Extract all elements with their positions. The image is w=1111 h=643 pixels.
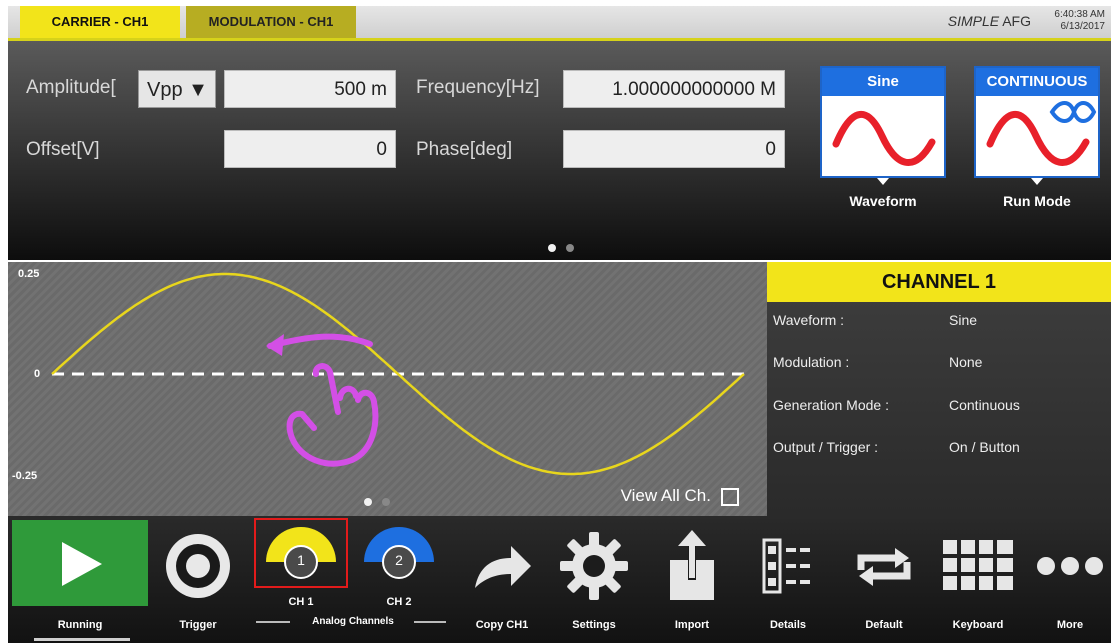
running-underline bbox=[34, 638, 130, 641]
more-dots-icon bbox=[1032, 526, 1108, 606]
ch1-label: CH 1 bbox=[288, 596, 314, 608]
clock-date: 6/13/2017 bbox=[1060, 21, 1106, 32]
sine-wave-icon bbox=[832, 111, 936, 166]
offset-field[interactable]: 0 bbox=[224, 130, 396, 168]
waveform-card-title: Sine bbox=[822, 68, 944, 96]
channel-title: CHANNEL 1 bbox=[767, 262, 1111, 302]
trigger-label: Trigger bbox=[179, 619, 217, 631]
info-key: Generation Mode : bbox=[773, 397, 889, 413]
page-dot bbox=[566, 244, 574, 252]
info-key: Modulation : bbox=[773, 354, 850, 370]
phase-label: Phase[deg] bbox=[416, 139, 513, 160]
hand-gesture-icon bbox=[286, 363, 379, 467]
tab-modulation[interactable]: MODULATION - CH1 bbox=[186, 6, 356, 38]
tab-carrier[interactable]: CARRIER - CH1 bbox=[20, 6, 180, 38]
info-value: On / Button bbox=[949, 439, 1020, 455]
bottom-toolbar: Running Trigger 1 CH 1 2 CH 2 Analog Cha… bbox=[8, 516, 1111, 643]
running-button[interactable]: Running bbox=[12, 516, 148, 643]
info-value: Sine bbox=[949, 312, 978, 328]
running-label: Running bbox=[57, 619, 103, 631]
page-dot-active bbox=[548, 244, 556, 252]
info-key: Waveform : bbox=[773, 312, 845, 328]
channel-info-panel: CHANNEL 1 Waveform : Sine Modulation : N… bbox=[767, 262, 1111, 516]
clock-time: 6:40:38 AM bbox=[1054, 9, 1105, 20]
play-icon bbox=[12, 524, 148, 604]
details-label: Details bbox=[769, 619, 807, 631]
analog-channels-label: Analog Channels bbox=[312, 616, 394, 627]
keypad-icon bbox=[932, 526, 1024, 606]
panel-page-indicator bbox=[548, 244, 574, 252]
keyboard-label: Keyboard bbox=[952, 619, 1004, 631]
offset-label: Offset[V] bbox=[26, 139, 100, 160]
default-button[interactable]: Default bbox=[840, 516, 928, 643]
swipe-arrow-icon bbox=[267, 333, 373, 349]
details-button[interactable]: Details bbox=[744, 516, 832, 643]
more-button[interactable]: More bbox=[1032, 516, 1108, 643]
import-button[interactable]: Import bbox=[648, 516, 736, 643]
reset-arrows-icon bbox=[840, 526, 928, 606]
phase-field[interactable]: 0 bbox=[563, 130, 785, 168]
amplitude-field[interactable]: 500 m bbox=[224, 70, 396, 108]
run-mode-card[interactable]: CONTINUOUS bbox=[974, 66, 1100, 178]
continuous-wave-icon bbox=[986, 101, 1097, 166]
run-mode-dropdown-arrow-icon bbox=[1031, 178, 1043, 185]
default-label: Default bbox=[865, 619, 903, 631]
copy-ch1-label: Copy CH1 bbox=[475, 619, 529, 631]
waveform-dropdown-arrow-icon bbox=[877, 178, 889, 185]
plot-page-indicator bbox=[364, 498, 390, 506]
waveform-plot[interactable]: 0.25 0 -0.25 View All Ch. bbox=[8, 262, 767, 516]
settings-label: Settings bbox=[572, 619, 616, 631]
run-mode-caption: Run Mode bbox=[1003, 193, 1071, 209]
copy-ch1-button[interactable]: Copy CH1 bbox=[460, 516, 544, 643]
view-all-checkbox[interactable] bbox=[721, 488, 739, 506]
run-mode-card-title: CONTINUOUS bbox=[976, 68, 1098, 96]
app-brand: SIMPLE AFG bbox=[948, 6, 1031, 36]
info-value: Continuous bbox=[949, 397, 1020, 413]
top-tab-bar: CARRIER - CH1 MODULATION - CH1 SIMPLE AF… bbox=[8, 6, 1111, 41]
swipe-arrowhead-icon bbox=[266, 334, 284, 356]
details-list-icon bbox=[744, 526, 832, 606]
clock: 6:40:38 AM 6/13/2017 bbox=[1054, 9, 1105, 33]
brand-italic: SIMPLE bbox=[947, 13, 1000, 29]
frequency-field[interactable]: 1.000000000000 M bbox=[563, 70, 785, 108]
info-key: Output / Trigger : bbox=[773, 439, 879, 455]
plot-canvas bbox=[51, 272, 745, 476]
plot-page-dot-active bbox=[364, 498, 372, 506]
amplitude-unit-select[interactable]: Vpp ▼ bbox=[138, 70, 216, 108]
analog-channels-divider-left bbox=[256, 621, 290, 623]
upload-box-icon bbox=[648, 526, 736, 606]
settings-button[interactable]: Settings bbox=[550, 516, 638, 643]
waveform-card[interactable]: Sine bbox=[820, 66, 946, 178]
keyboard-button[interactable]: Keyboard bbox=[932, 516, 1024, 643]
gear-icon bbox=[550, 526, 638, 606]
frequency-label: Frequency[Hz] bbox=[416, 77, 540, 98]
ch2-number: 2 bbox=[395, 552, 403, 568]
plot-page-dot bbox=[382, 498, 390, 506]
amplitude-label: Amplitude[ bbox=[26, 77, 116, 98]
view-all-label: View All Ch. bbox=[620, 486, 711, 505]
ch1-number: 1 bbox=[297, 552, 305, 568]
import-label: Import bbox=[674, 619, 710, 631]
waveform-caption: Waveform bbox=[849, 193, 917, 209]
info-value: None bbox=[949, 354, 983, 370]
brand-name: AFG bbox=[1002, 13, 1031, 29]
more-label: More bbox=[1056, 619, 1084, 631]
trigger-icon bbox=[154, 526, 242, 606]
share-arrow-icon bbox=[460, 526, 544, 606]
carrier-panel: Amplitude[ Vpp ▼ 500 m Frequency[Hz] 1.0… bbox=[8, 41, 1111, 260]
ch2-label: CH 2 bbox=[386, 596, 412, 608]
analog-channels-divider-right bbox=[414, 621, 446, 623]
trigger-button[interactable]: Trigger bbox=[154, 516, 242, 643]
